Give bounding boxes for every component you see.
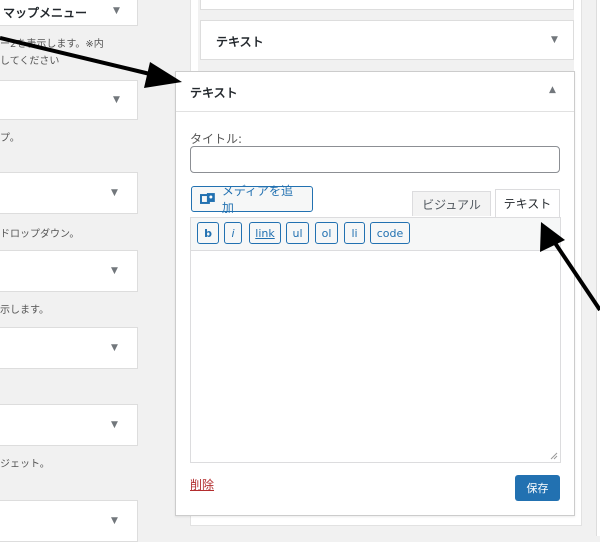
arrow-to-text-tab: [540, 222, 600, 312]
arrow-to-text-widget: [0, 36, 182, 88]
annotation-arrows: [0, 36, 600, 312]
